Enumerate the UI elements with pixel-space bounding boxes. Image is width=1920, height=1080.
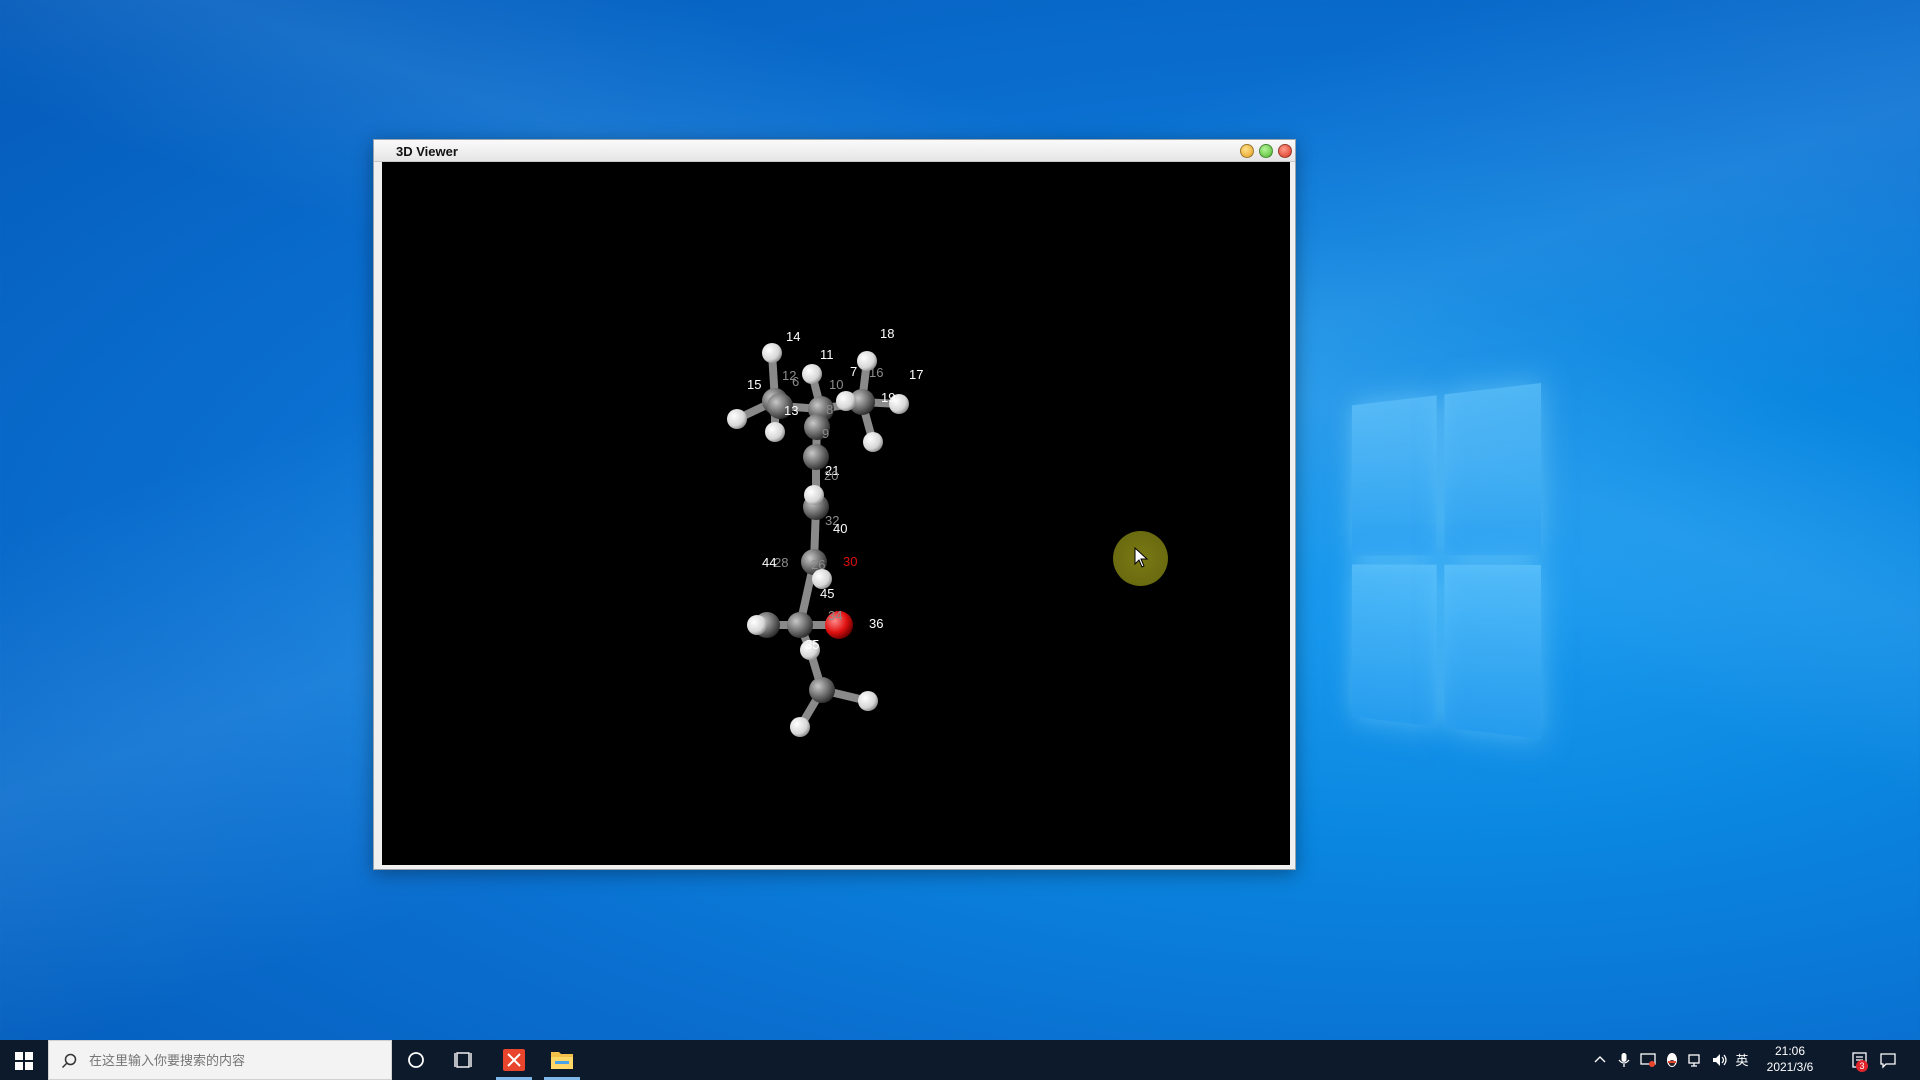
search-input[interactable] bbox=[89, 1053, 379, 1068]
atom-11[interactable] bbox=[802, 364, 822, 384]
atom-label-35: 35 bbox=[805, 637, 819, 652]
logo-pane bbox=[1351, 395, 1437, 556]
folder-icon bbox=[551, 1052, 573, 1069]
volume-icon[interactable] bbox=[1710, 1050, 1730, 1070]
atom-label-40: 40 bbox=[833, 521, 847, 536]
mouse-pointer-icon bbox=[1134, 547, 1149, 568]
cortana-circle-icon bbox=[408, 1052, 424, 1068]
maximize-icon[interactable] bbox=[1259, 144, 1273, 158]
atom-label-30: 30 bbox=[843, 554, 857, 569]
atom-label-8: 8 bbox=[826, 402, 833, 417]
atom-14[interactable] bbox=[762, 343, 782, 363]
atom-label-45: 45 bbox=[820, 586, 834, 601]
network-icon[interactable] bbox=[1686, 1050, 1706, 1070]
atom-label-18: 18 bbox=[880, 326, 894, 341]
atom-label-10: 10 bbox=[829, 377, 843, 392]
atom-label-19: 19 bbox=[881, 390, 895, 405]
logo-pane bbox=[1351, 564, 1437, 727]
app-x-icon bbox=[503, 1049, 525, 1071]
atom-label-11: 11 bbox=[820, 347, 834, 362]
3d-canvas[interactable]: 14 11 18 17 15 13 12 6 10 7 16 19 8 9 21 20 32 40 44 28 26 30… bbox=[382, 162, 1290, 865]
close-icon[interactable] bbox=[1278, 144, 1292, 158]
atom-36[interactable] bbox=[858, 691, 878, 711]
atom-35[interactable] bbox=[790, 717, 810, 737]
atom-label-28: 28 bbox=[774, 555, 788, 570]
window-titlebar[interactable]: 3D Viewer bbox=[374, 140, 1295, 162]
atom-label-36: 36 bbox=[869, 616, 883, 631]
atom-label-13: 13 bbox=[784, 403, 798, 418]
clock[interactable]: 21:06 2021/3/6 bbox=[1754, 1043, 1826, 1075]
clock-date: 2021/3/6 bbox=[1766, 1060, 1814, 1074]
atom-label-26: 26 bbox=[811, 557, 825, 572]
atom-label-16: 16 bbox=[869, 365, 883, 380]
atom-label-17: 17 bbox=[909, 367, 923, 382]
display-settings-icon[interactable] bbox=[1638, 1050, 1658, 1070]
molecule-render[interactable]: 141118171513126 107 161989212032404428 26 30… bbox=[382, 162, 1290, 865]
atom-label-14: 14 bbox=[786, 329, 800, 344]
action-center-icon[interactable] bbox=[1878, 1050, 1898, 1070]
atom-15[interactable] bbox=[727, 409, 747, 429]
task-view-button[interactable] bbox=[440, 1040, 488, 1080]
atom-label-34: 34 bbox=[828, 608, 842, 623]
atom-label-15: 15 bbox=[747, 377, 761, 392]
atom-label-20: 20 bbox=[824, 468, 838, 483]
atom-label-7: 7 bbox=[850, 364, 857, 379]
qq-penguin-icon[interactable] bbox=[1662, 1050, 1682, 1070]
clock-time: 21:06 bbox=[1774, 1044, 1806, 1058]
ime-indicator[interactable]: 英 bbox=[1732, 1050, 1752, 1070]
windows-start-icon bbox=[15, 1052, 33, 1070]
chevron-up-icon[interactable] bbox=[1590, 1050, 1610, 1070]
windows-logo-wallpaper bbox=[1351, 383, 1541, 739]
atom-label-9: 9 bbox=[822, 426, 829, 441]
atom-19[interactable] bbox=[863, 432, 883, 452]
notification-count-badge: 3 bbox=[1856, 1060, 1868, 1072]
start-button[interactable] bbox=[0, 1040, 48, 1080]
atom-13[interactable] bbox=[765, 422, 785, 442]
atom-21[interactable] bbox=[804, 485, 824, 505]
logo-pane bbox=[1444, 564, 1541, 739]
taskbar: 英 21:06 2021/3/6 3 bbox=[0, 1040, 1920, 1080]
window-title: 3D Viewer bbox=[396, 144, 458, 159]
atom-44[interactable] bbox=[747, 615, 767, 635]
taskbar-app-xmind[interactable] bbox=[490, 1040, 538, 1080]
minimize-icon[interactable] bbox=[1240, 144, 1254, 158]
atom-26[interactable] bbox=[787, 612, 813, 638]
atom-7[interactable] bbox=[836, 391, 856, 411]
taskbar-app-file-explorer[interactable] bbox=[538, 1040, 586, 1080]
viewer-window[interactable]: 3D Viewer 14 11 18 17 15 13 12 6 10 7 16… bbox=[373, 139, 1296, 870]
microphone-icon[interactable] bbox=[1614, 1050, 1634, 1070]
atom-34[interactable] bbox=[809, 677, 835, 703]
taskbar-search-box[interactable] bbox=[48, 1040, 392, 1080]
atom-label-6: 6 bbox=[792, 374, 799, 389]
search-icon bbox=[61, 1053, 77, 1069]
logo-pane bbox=[1444, 383, 1541, 556]
cortana-button[interactable] bbox=[392, 1040, 440, 1080]
task-view-icon bbox=[454, 1052, 472, 1068]
